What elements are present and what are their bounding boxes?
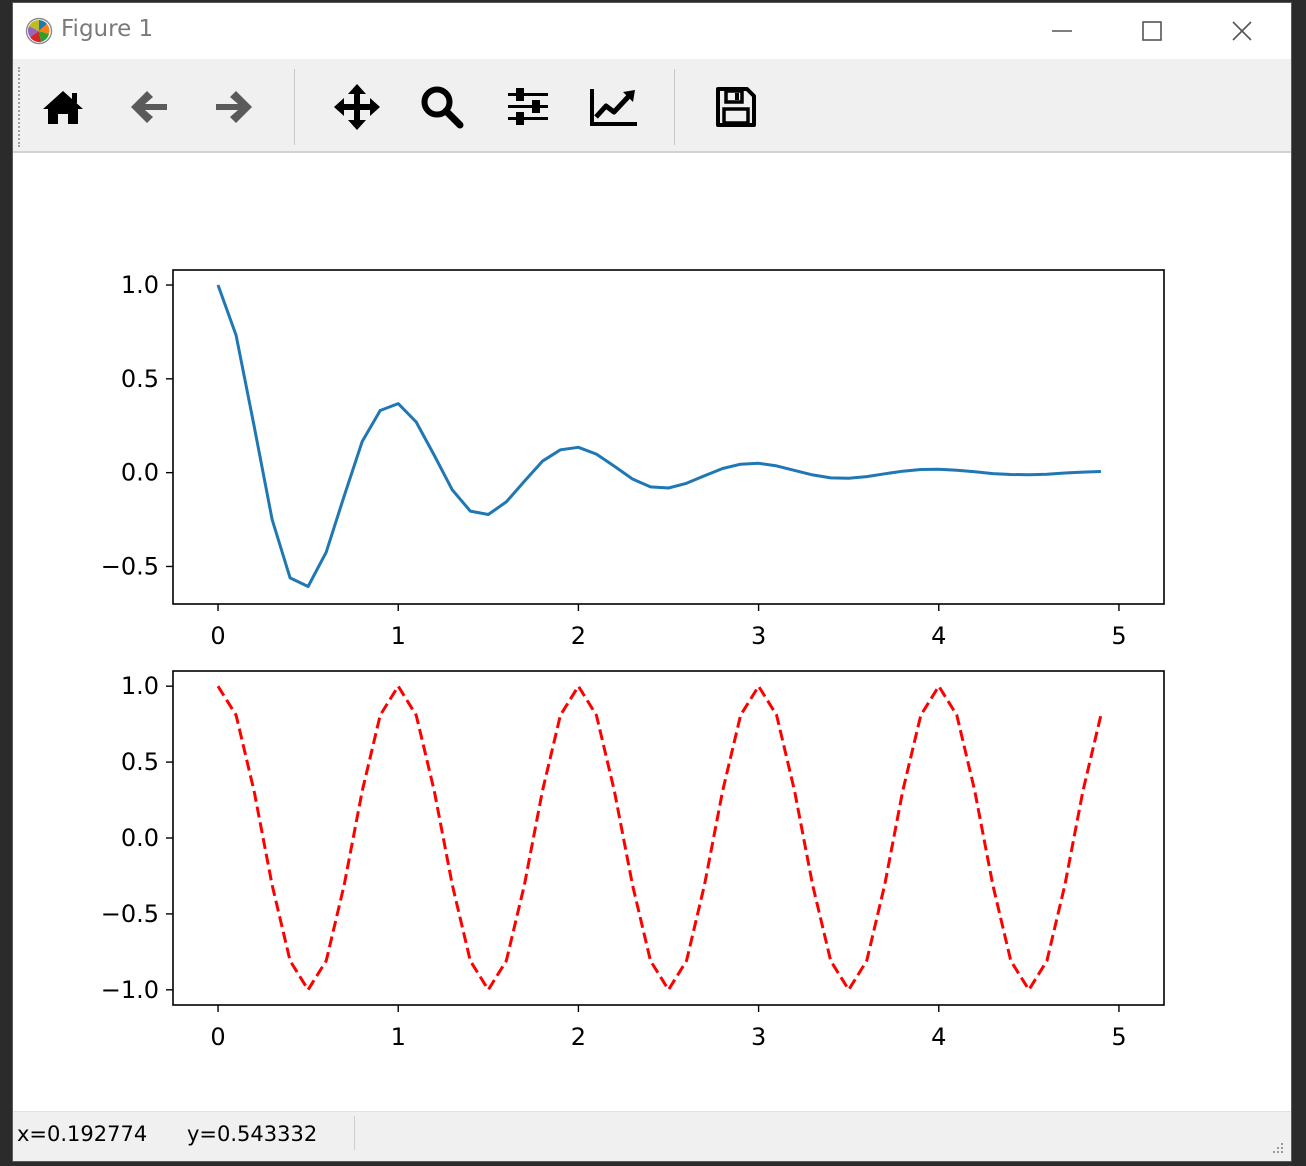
zoom-icon [421,86,464,129]
y-tick-label: 0.0 [121,459,159,487]
maximize-icon [1142,21,1162,41]
x-tick-label: 4 [931,622,946,650]
y-coordinate-readout: y=0.543332 [187,1122,318,1146]
pan-button[interactable] [331,81,383,133]
back-button[interactable] [123,81,175,133]
y-tick-label: 1.0 [121,672,159,700]
configure-subplots-button[interactable] [502,81,554,133]
x-tick-label: 1 [391,622,406,650]
series-line-0 [216,684,1103,992]
figure-window: Figure 1 0 1 2 3 4 5 1.0 0.5 0.0 −0.5 0 … [12,2,1292,1162]
x-tick-label: 2 [571,622,586,650]
save-button[interactable] [710,81,762,133]
axes-bottom[interactable]: 0 1 2 3 4 5 1.0 0.5 0.0 −0.5 −1.0 [101,670,1165,1051]
figure-plot[interactable]: 0 1 2 3 4 5 1.0 0.5 0.0 −0.5 0 1 2 3 4 5 1.0 0.5 0.0 −0.5 −… [13,153,1292,1111]
minimize-button[interactable] [1017,3,1107,59]
series-line-0 [216,284,1101,588]
y-tick-label: 0.5 [121,365,159,393]
y-tick-label: 0.0 [121,824,159,852]
axes-top[interactable]: 0 1 2 3 4 5 1.0 0.5 0.0 −0.5 [101,269,1165,650]
close-icon [1232,21,1252,41]
y-tick-label: −0.5 [101,552,159,580]
toolbar-separator [674,69,675,145]
home-button[interactable] [37,81,89,133]
move-icon [334,84,380,130]
x-tick-label: 0 [210,1023,225,1051]
y-tick-label: 1.0 [121,271,159,299]
status-separator [354,1116,355,1150]
minimize-icon [1052,30,1072,32]
navigation-toolbar [13,59,1291,153]
y-tick-label: 0.5 [121,748,159,776]
arrow-right-icon [216,91,252,123]
resize-grip-icon[interactable] [1269,1141,1285,1157]
toolbar-grip[interactable] [18,67,23,147]
x-tick-label: 3 [751,622,766,650]
x-tick-label: 4 [931,1023,946,1051]
home-icon [43,91,83,124]
zoom-button[interactable] [416,81,468,133]
y-tick-label: −0.5 [101,900,159,928]
edit-axes-button[interactable] [588,81,640,133]
save-icon [716,87,756,127]
x-tick-label: 1 [391,1023,406,1051]
matplotlib-logo-icon [25,17,53,45]
maximize-button[interactable] [1107,3,1197,59]
x-coordinate-readout: x=0.192774 [17,1122,148,1146]
x-tick-label: 0 [210,622,225,650]
x-tick-label: 3 [751,1023,766,1051]
line-chart-icon [590,89,637,126]
x-tick-label: 5 [1111,1023,1126,1051]
y-tick-label: −1.0 [101,976,159,1004]
toolbar-separator [294,69,295,145]
sliders-icon [508,88,548,125]
title-bar[interactable]: Figure 1 [13,3,1291,59]
arrow-left-icon [131,91,167,123]
x-tick-label: 2 [571,1023,586,1051]
close-button[interactable] [1197,3,1287,59]
window-title: Figure 1 [61,16,154,42]
forward-button[interactable] [208,81,260,133]
x-tick-label: 5 [1111,622,1126,650]
figure-canvas[interactable]: 0 1 2 3 4 5 1.0 0.5 0.0 −0.5 0 1 2 3 4 5 1.0 0.5 0.0 −0.5 −… [13,153,1291,1111]
axes-frame [172,269,1165,605]
status-bar: x=0.192774 y=0.543332 [13,1111,1291,1161]
axes-frame [172,670,1165,1006]
